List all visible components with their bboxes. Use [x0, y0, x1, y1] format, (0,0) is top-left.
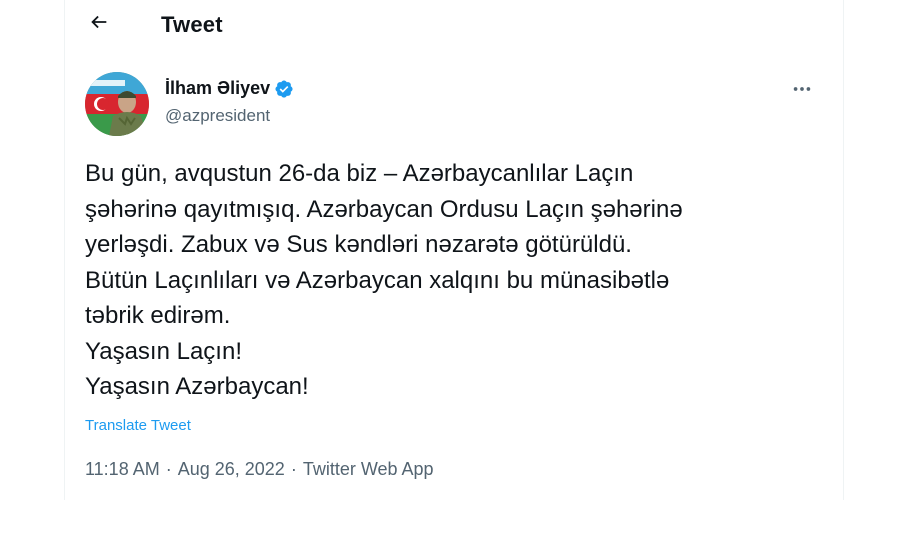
tweet-text-line: Yaşasın Azərbaycan!	[85, 373, 309, 400]
tweet-text-line: Bütün Laçınlıları və Azərbaycan xalqını …	[85, 266, 670, 294]
tweet-header: Tweet	[65, 0, 843, 50]
tweet-text-line: Bu gün, avqustun 26-da biz – Azərbaycanl…	[85, 160, 634, 187]
more-options-button[interactable]	[787, 76, 817, 106]
avatar[interactable]	[85, 72, 149, 136]
tweet-time[interactable]: 11:18 AM	[85, 459, 160, 480]
page-title: Tweet	[161, 12, 223, 37]
tweet-text: Bu gün, avqustun 26-da biz – Azərbaycanl…	[85, 156, 825, 405]
back-button[interactable]	[81, 6, 117, 42]
tweet-detail-column: Tweet İlham Əliyev @azpresident Bu gün, …	[64, 0, 844, 500]
verified-badge-icon	[274, 79, 294, 99]
tweet-source[interactable]: Twitter Web App	[303, 459, 434, 480]
author-name: İlham Əliyev	[165, 78, 271, 98]
tweet-metadata: 11:18 AM · Aug 26, 2022 · Twitter Web Ap…	[85, 459, 434, 480]
tweet-date[interactable]: Aug 26, 2022	[178, 459, 285, 480]
tweet-text-line: yerləşdi. Zabux və Sus kəndləri nəzarətə…	[85, 231, 632, 258]
tweet-text-line: təbrik edirəm.	[85, 302, 231, 329]
more-horizontal-icon	[791, 78, 813, 105]
meta-separator: ·	[290, 459, 297, 479]
meta-separator: ·	[165, 459, 172, 479]
author-handle[interactable]: @azpresident	[165, 106, 270, 126]
author-name-link[interactable]: İlham Əliyev	[165, 78, 294, 99]
translate-tweet-link[interactable]: Translate Tweet	[85, 417, 191, 434]
tweet-text-line: şəhərinə qayıtmışıq. Azərbaycan Ordusu L…	[85, 195, 683, 223]
tweet-text-line: Yaşasın Laçın!	[85, 337, 242, 365]
arrow-left-icon	[88, 11, 110, 38]
